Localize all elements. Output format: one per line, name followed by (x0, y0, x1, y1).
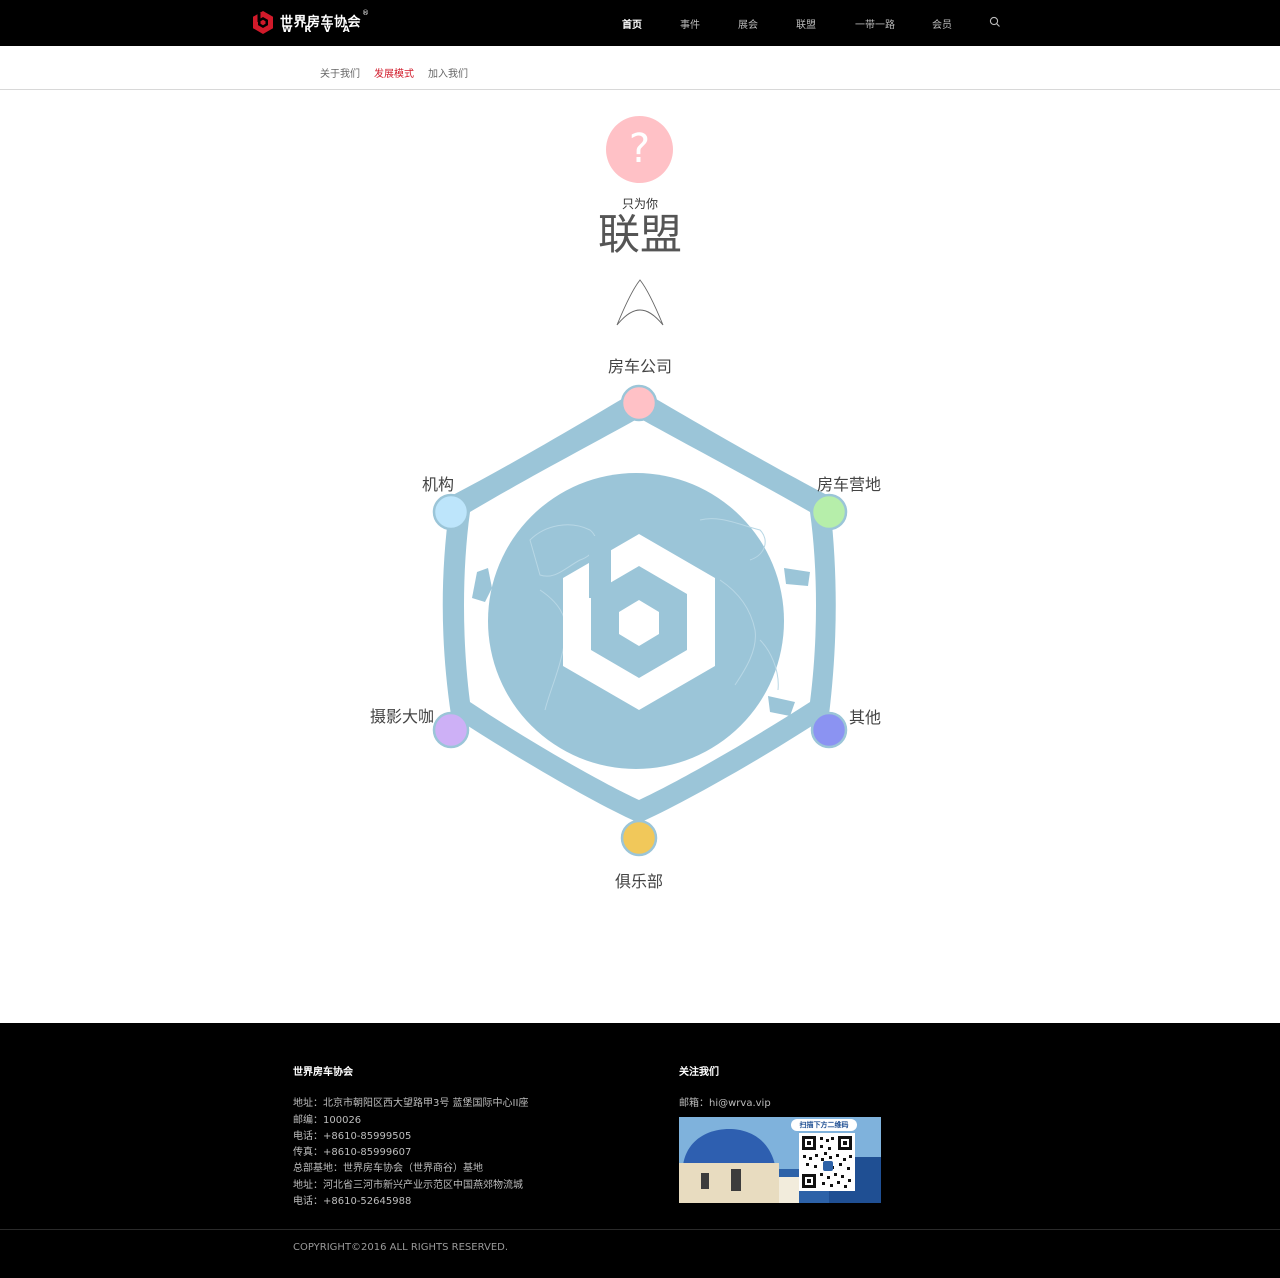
footer-hq-address: 地址：河北省三河市新兴产业示范区中国燕郊物流城 (293, 1180, 523, 1191)
node-label-institutions: 机构 (422, 475, 455, 494)
footer-phone: 电话：+8610-85999505 (293, 1131, 412, 1142)
section-title: 联盟 (597, 210, 682, 259)
footer-fax: 传真：+8610-85999607 (293, 1147, 412, 1158)
hexagon-logo-icon (253, 11, 273, 34)
nav-item-events[interactable]: 事件 (680, 16, 700, 31)
logo-english-name: WRVA (282, 25, 363, 35)
logo-registered-mark: ® (362, 9, 369, 17)
alliance-diagram-graphic (432, 384, 848, 857)
site-footer: 世界房车协会 地址：北京市朝阳区西大望路甲3号 蓝堡国际中心II座 邮编：100… (0, 1023, 1280, 1278)
node-rv-campsite (810, 493, 848, 531)
node-label-rv-company: 房车公司 (608, 357, 673, 376)
footer-divider (0, 1229, 1280, 1230)
footer-postcode: 邮编：100026 (293, 1115, 362, 1126)
node-label-photographers: 摄影大咖 (370, 707, 435, 726)
qr-code-card: 扫描下方二维码 (679, 1117, 881, 1203)
subnav-about-us[interactable]: 关于我们 (320, 65, 360, 80)
footer-address: 地址：北京市朝阳区西大望路甲3号 蓝堡国际中心II座 (293, 1098, 529, 1109)
node-club (620, 819, 658, 857)
footer-hq-phone: 电话：+8610-52645988 (293, 1196, 412, 1207)
nav-item-exhibitions[interactable]: 展会 (738, 16, 758, 31)
search-icon[interactable] (989, 16, 1001, 28)
node-photographers (432, 711, 470, 749)
subnav-join-us[interactable]: 加入我们 (428, 65, 468, 80)
node-label-rv-campsite: 房车营地 (817, 475, 882, 494)
landmass-left (472, 568, 492, 602)
footer-follow-title: 关注我们 (679, 1067, 719, 1078)
question-mark-icon: ? (628, 126, 651, 172)
node-other (810, 711, 848, 749)
node-institutions (432, 493, 470, 531)
top-nav-bar: 世界房车协会 ® WRVA 首页 事件 展会 联盟 一带一路 会员 (0, 0, 1280, 46)
nav-item-belt-road[interactable]: 一带一路 (855, 16, 895, 31)
nav-item-members[interactable]: 会员 (932, 16, 952, 31)
footer-org-title: 世界房车协会 (293, 1067, 353, 1078)
subnav-development-model[interactable]: 发展模式 (374, 65, 414, 80)
qr-caption: 扫描下方二维码 (799, 1121, 849, 1129)
nav-item-alliance[interactable]: 联盟 (796, 16, 816, 31)
node-label-club: 俱乐部 (615, 872, 664, 891)
arch-divider-icon (616, 279, 664, 326)
node-label-other: 其他 (849, 708, 882, 727)
question-badge: ? (606, 116, 673, 183)
footer-email-link[interactable]: 邮箱：hi@wrva.vip (679, 1094, 771, 1109)
nav-item-home[interactable]: 首页 (622, 16, 642, 31)
landmass-right (784, 568, 810, 586)
node-rv-company (620, 384, 658, 422)
sub-nav-bar: 关于我们 发展模式 加入我们 (0, 46, 1280, 90)
brand-logo[interactable]: 世界房车协会 ® WRVA (252, 9, 382, 37)
landmass-bottom-right (768, 696, 795, 716)
footer-copyright: COPYRIGHT©2016 ALL RIGHTS RESERVED. (293, 1242, 509, 1253)
alliance-diagram: 房车公司 房车营地 其他 俱乐部 摄影大咖 机构 (340, 340, 940, 920)
footer-hq-base: 总部基地：世界房车协会（世界商谷）基地 (293, 1163, 483, 1174)
